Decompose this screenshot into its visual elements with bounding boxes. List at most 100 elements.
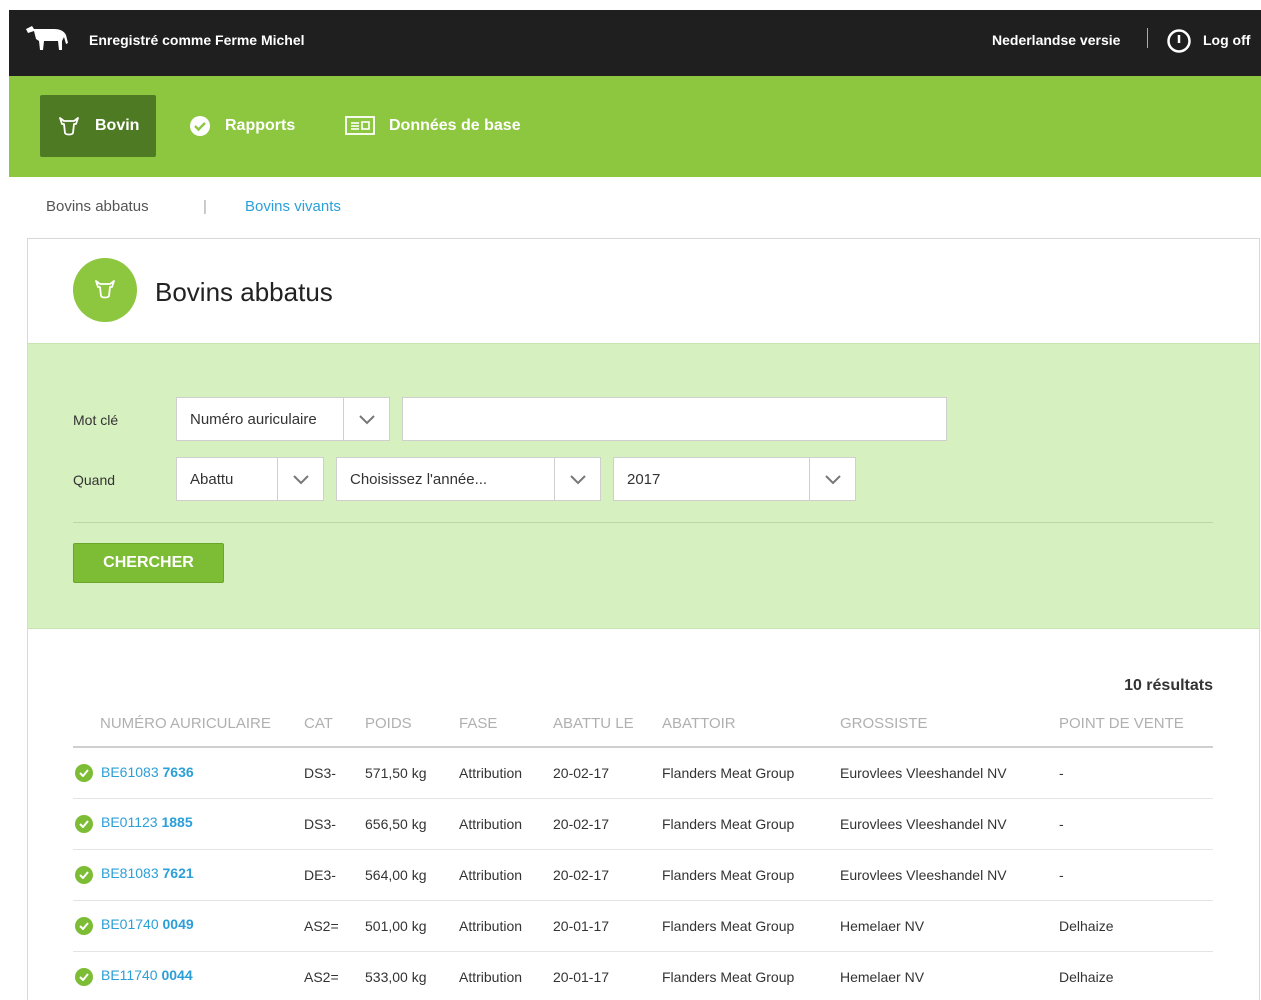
chevron-down-icon (570, 475, 586, 485)
keyword-label: Mot clé (73, 412, 119, 428)
ear-prefix: BE61083 (101, 763, 159, 780)
nav-item-donnees-de-base[interactable]: Données de base (345, 95, 521, 157)
weight-cell: 501,00 kg (365, 900, 459, 952)
ear-number-link[interactable]: BE61083 7636 (101, 764, 194, 780)
slaughterhouse-cell: Flanders Meat Group (662, 798, 840, 850)
date-cell: 20-02-17 (553, 849, 662, 901)
search-button[interactable]: CHERCHER (73, 543, 224, 583)
year-select[interactable]: 2017 (613, 457, 856, 501)
check-circle-icon (75, 865, 93, 884)
cat-cell: AS2= (304, 900, 365, 952)
subnav-separator: | (203, 198, 207, 215)
ear-number-link[interactable]: BE11740 0044 (101, 967, 193, 983)
ear-number-link[interactable]: BE01740 0049 (101, 916, 194, 932)
keyword-type-select[interactable]: Numéro auriculaire (176, 397, 390, 441)
column-header[interactable]: POIDS (365, 701, 459, 748)
column-header[interactable]: GROSSISTE (840, 701, 1059, 748)
table-row: BE01740 0049 AS2= 501,00 kg Attribution … (73, 900, 1213, 952)
nav-item-label: Données de base (389, 117, 521, 134)
column-header[interactable]: FASE (459, 701, 553, 748)
chevron-down-icon (293, 475, 309, 485)
chevron-down-icon (359, 415, 375, 425)
logoff-link[interactable]: Log off (1203, 32, 1250, 48)
keyword-input[interactable] (402, 397, 947, 441)
year-mode-value: Choisissez l'année... (350, 471, 488, 488)
when-label: Quand (73, 472, 116, 488)
column-header[interactable]: ABATTU LE (553, 701, 662, 748)
panel-badge (73, 258, 137, 322)
table-header-row: NUMÉRO AURICULAIRE CAT POIDS FASE ABATTU… (73, 701, 1213, 748)
wholesaler-cell: Hemelaer NV (840, 951, 1059, 1000)
table-row: BE81083 7621 DE3- 564,00 kg Attribution … (73, 849, 1213, 901)
weight-cell: 564,00 kg (365, 849, 459, 901)
wholesaler-cell: Eurovlees Vleeshandel NV (840, 747, 1059, 799)
phase-cell: Attribution (459, 849, 553, 901)
ear-prefix: BE11740 (101, 967, 158, 984)
panel-header: Bovins abbatus (28, 239, 1259, 343)
table-row: BE61083 7636 DS3- 571,50 kg Attribution … (73, 747, 1213, 799)
sub-nav: Bovins abbatus | Bovins vivants (46, 198, 341, 215)
ear-suffix: 1885 (161, 814, 193, 831)
nav-item-bovin[interactable]: Bovin (40, 95, 157, 157)
weight-cell: 571,50 kg (365, 747, 459, 799)
cow-head-icon (95, 280, 115, 299)
date-cell: 20-02-17 (553, 747, 662, 799)
slaughterhouse-cell: Flanders Meat Group (662, 747, 840, 799)
cow-icon (26, 26, 68, 50)
top-bar: Enregistré comme Ferme Michel Nederlands… (9, 10, 1261, 76)
ear-number-link[interactable]: BE81083 7621 (101, 865, 194, 881)
results-count: 10 résultats (1124, 677, 1213, 694)
check-circle-icon (75, 763, 93, 782)
main-nav: Bovin Rapports Données de base (9, 76, 1261, 177)
ear-prefix: BE81083 (101, 865, 159, 882)
slaughterhouse-cell: Flanders Meat Group (662, 900, 840, 952)
point-of-sale-cell: - (1059, 798, 1213, 850)
check-circle-icon (190, 116, 210, 136)
point-of-sale-cell: Delhaize (1059, 951, 1213, 1000)
phase-cell: Attribution (459, 798, 553, 850)
results-table: NUMÉRO AURICULAIRE CAT POIDS FASE ABATTU… (73, 701, 1213, 1000)
ear-prefix: BE01123 (101, 814, 158, 831)
topbar-separator (1147, 28, 1148, 48)
dropdown-toggle[interactable] (554, 458, 600, 500)
nav-item-label: Rapports (225, 117, 296, 134)
ear-prefix: BE01740 (101, 916, 159, 933)
year-mode-select[interactable]: Choisissez l'année... (336, 457, 601, 501)
dropdown-toggle[interactable] (809, 458, 855, 500)
column-header[interactable]: CAT (304, 701, 365, 748)
registered-as-text: Enregistré comme Ferme Michel (89, 32, 305, 48)
check-circle-icon (75, 967, 93, 986)
wholesaler-cell: Hemelaer NV (840, 900, 1059, 952)
phase-cell: Attribution (459, 747, 553, 799)
table-row: BE01123 1885 DS3- 656,50 kg Attribution … (73, 798, 1213, 850)
ear-suffix: 7621 (162, 865, 194, 882)
nav-item-rapports[interactable]: Rapports (189, 95, 295, 157)
year-value: 2017 (627, 471, 661, 488)
language-link[interactable]: Nederlandse versie (992, 32, 1120, 48)
when-select[interactable]: Abattu (176, 457, 324, 501)
tab-bovins-vivants[interactable]: Bovins vivants (245, 198, 341, 215)
wholesaler-cell: Eurovlees Vleeshandel NV (840, 798, 1059, 850)
column-header[interactable]: POINT DE VENTE (1059, 701, 1213, 748)
slaughterhouse-cell: Flanders Meat Group (662, 951, 840, 1000)
tab-bovins-abbatus[interactable]: Bovins abbatus (46, 198, 149, 215)
ear-suffix: 7636 (162, 763, 194, 780)
cow-head-icon (59, 117, 79, 136)
filter-section: Mot clé Numéro auriculaire Quand Abattu … (28, 343, 1259, 629)
slaughterhouse-cell: Flanders Meat Group (662, 849, 840, 901)
cat-cell: DS3- (304, 798, 365, 850)
weight-cell: 656,50 kg (365, 798, 459, 850)
column-header[interactable]: ABATTOIR (662, 701, 840, 748)
dropdown-toggle[interactable] (277, 458, 323, 500)
date-cell: 20-02-17 (553, 798, 662, 850)
column-header[interactable]: NUMÉRO AURICULAIRE (73, 701, 304, 748)
weight-cell: 533,00 kg (365, 951, 459, 1000)
date-cell: 20-01-17 (553, 900, 662, 952)
power-icon[interactable] (1166, 28, 1192, 54)
check-circle-icon (75, 916, 93, 935)
chevron-down-icon (825, 475, 841, 485)
ear-number-link[interactable]: BE01123 1885 (101, 814, 193, 830)
ear-suffix: 0049 (162, 916, 194, 933)
point-of-sale-cell: - (1059, 747, 1213, 799)
dropdown-toggle[interactable] (343, 398, 389, 440)
